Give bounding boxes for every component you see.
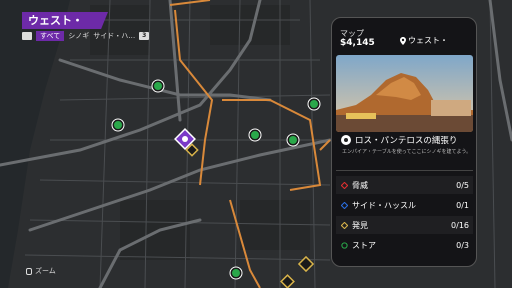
stat-row-side-hustle[interactable]: サイド・ハッスル 0/1 xyxy=(336,196,473,214)
zoom-hint: ズーム xyxy=(26,266,56,276)
stat-label: 脅威 xyxy=(352,180,368,190)
activity-name-text: ロス・パンテロスの縄張り xyxy=(355,136,458,146)
map-filter-bar: すべて シノギ サイド・ハ… 3 xyxy=(22,30,150,41)
location-name: ウェスト・ xyxy=(408,36,448,45)
lb-button-icon[interactable] xyxy=(22,31,32,40)
zoom-label: ズーム xyxy=(35,267,56,275)
discovery-diamond-icon xyxy=(341,221,348,229)
money-display: $4,145 xyxy=(340,38,375,48)
stat-label: ストア xyxy=(352,240,376,250)
stat-count: 0/16 xyxy=(451,220,469,230)
filter-tab-rackets[interactable]: シノギ xyxy=(68,31,89,41)
rb-button-icon[interactable]: 3 xyxy=(139,31,150,40)
right-stick-icon xyxy=(26,267,32,275)
location-label: ウェスト・ xyxy=(400,35,448,46)
stat-row-store[interactable]: ストア 0/3 xyxy=(336,236,473,254)
side-hustle-diamond-icon xyxy=(341,201,348,209)
activity-description: エンパイア・テーブルを使ってここにシノギを建てよう。 xyxy=(342,149,472,155)
stat-label: 発見 xyxy=(352,220,368,230)
store-circle-icon xyxy=(341,241,348,249)
map-info-panel: マップ $4,145 ウェスト・ ロス・パンテロスの縄張り エンパイア・テーブル… xyxy=(331,17,477,267)
threat-diamond-icon xyxy=(341,181,348,189)
stat-row-discovery[interactable]: 発見 0/16 xyxy=(336,216,473,234)
stat-count: 0/5 xyxy=(456,180,469,190)
filter-tab-side-hustle[interactable]: サイド・ハ… xyxy=(93,31,135,41)
location-pin-icon xyxy=(400,36,406,45)
activity-title: ロス・パンテロスの縄張り xyxy=(341,134,457,146)
region-name-banner: ウェスト・ xyxy=(22,12,108,29)
panel-divider xyxy=(336,170,473,171)
stat-row-threats[interactable]: 脅威 0/5 xyxy=(336,176,473,194)
filter-tab-all[interactable]: すべて xyxy=(36,30,65,41)
stat-label: サイド・ハッスル xyxy=(352,200,416,210)
stat-count: 0/3 xyxy=(456,240,469,250)
location-photo xyxy=(336,55,473,132)
stat-count: 0/1 xyxy=(456,200,469,210)
territory-icon xyxy=(341,135,351,145)
